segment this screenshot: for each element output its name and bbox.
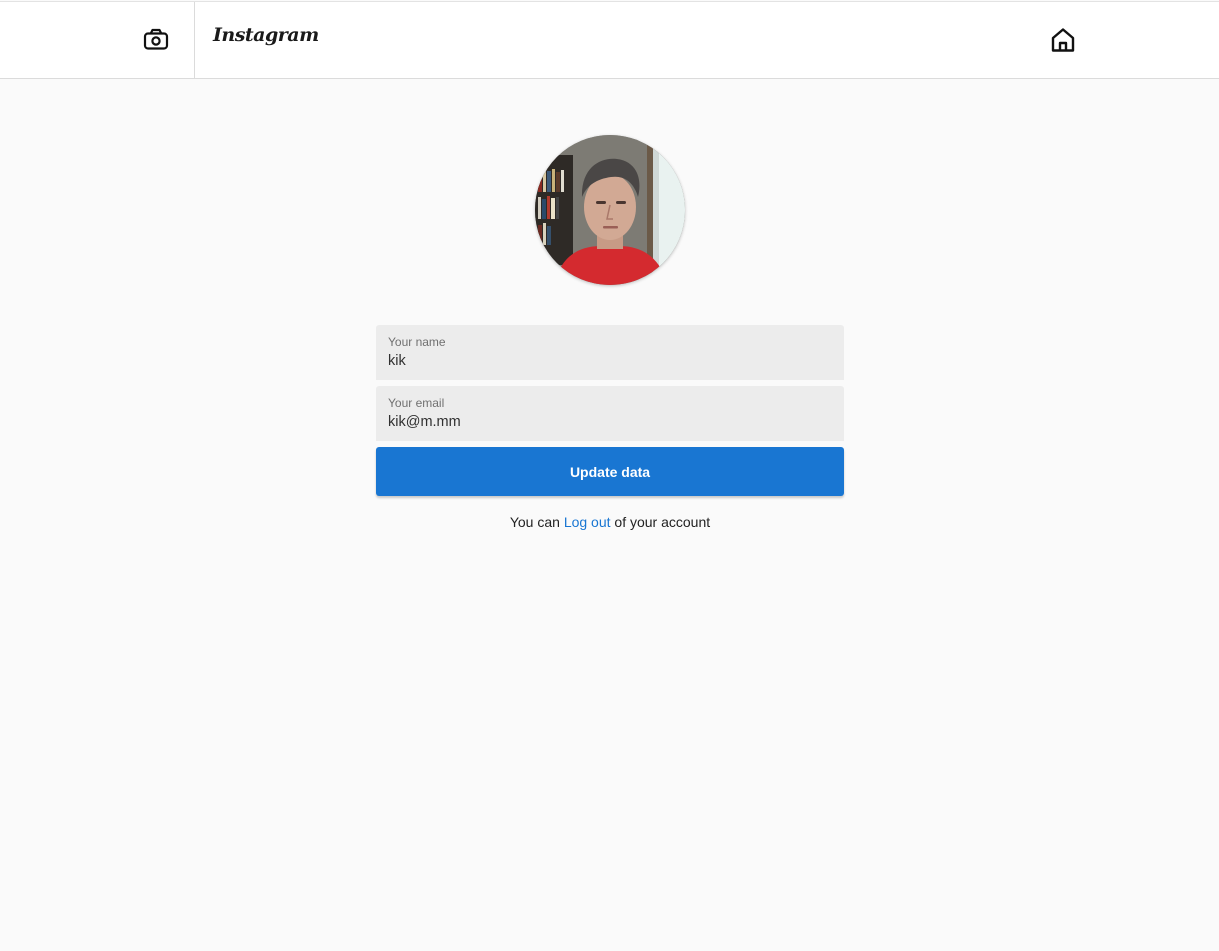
- header-divider: [194, 2, 195, 78]
- update-data-button[interactable]: Update data: [376, 447, 844, 496]
- name-field[interactable]: Your name: [376, 325, 844, 380]
- name-field-label: Your name: [388, 335, 446, 349]
- logout-text: You can Log out of your account: [376, 514, 844, 530]
- avatar[interactable]: [535, 135, 685, 285]
- name-input[interactable]: [388, 353, 832, 369]
- home-icon: [1051, 28, 1075, 52]
- home-button[interactable]: [1047, 24, 1079, 56]
- top-app-bar: Instagram: [0, 1, 1219, 79]
- logout-suffix-text: of your account: [614, 514, 711, 530]
- email-input[interactable]: [388, 414, 832, 430]
- email-field[interactable]: Your email: [376, 386, 844, 441]
- app-logo[interactable]: Instagram: [213, 24, 319, 46]
- profile-photo: [535, 135, 685, 285]
- camera-icon: [143, 28, 169, 50]
- email-field-label: Your email: [388, 396, 445, 410]
- camera-button[interactable]: [140, 24, 172, 56]
- logout-prefix-text: You can: [509, 514, 560, 530]
- logout-link[interactable]: Log out: [564, 514, 611, 530]
